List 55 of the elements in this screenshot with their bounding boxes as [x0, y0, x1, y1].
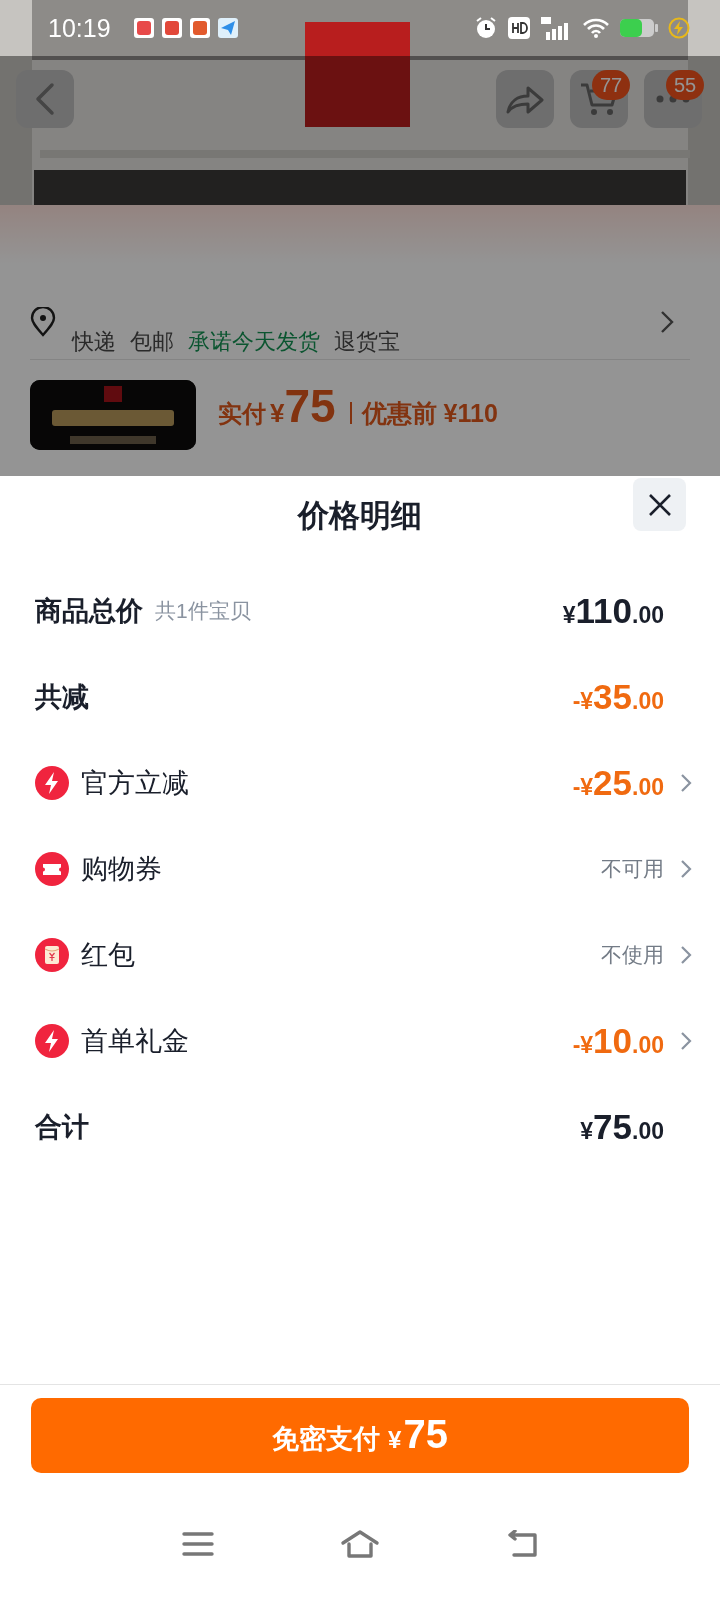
row-heading: 合计 [35, 1111, 89, 1144]
status-text: 不可用 [601, 856, 664, 882]
price-text: -¥10.00 [572, 1021, 664, 1061]
row-heading: 共减 [35, 681, 89, 714]
charging-icon [668, 17, 690, 39]
count-badge: 77 [592, 70, 630, 100]
app-notification-icon [134, 18, 154, 38]
battery-icon [620, 18, 658, 38]
price-text: -¥35.00 [572, 677, 664, 717]
back-icon [506, 1530, 538, 1558]
row-label: 官方立减 [81, 767, 189, 800]
chevron-icon [680, 859, 692, 879]
pay-button[interactable]: 免密支付 ¥75 [31, 1398, 689, 1473]
app-notification-icon [190, 18, 210, 38]
price-label: 实付 [218, 399, 266, 429]
app-notification-icon [162, 18, 182, 38]
delivery-tag: 包邮 [130, 327, 174, 357]
wifi-icon [582, 17, 610, 39]
chevron-icon [680, 773, 692, 793]
send-icon [218, 18, 238, 38]
status-text: 不使用 [601, 942, 664, 968]
close-button[interactable] [633, 478, 686, 531]
delivery-tag: 退货宝 [334, 327, 400, 357]
chevron-icon [660, 310, 674, 334]
hd-icon [508, 17, 530, 39]
count-badge: 55 [666, 70, 704, 100]
cart-button[interactable]: 77 [570, 70, 628, 128]
envelope-icon [35, 938, 69, 972]
chevron-icon [680, 1031, 692, 1051]
alarm-icon [474, 16, 498, 40]
delivery-tag: 快递 [72, 327, 116, 357]
lightning-icon [35, 766, 69, 800]
row-label: 红包 [81, 939, 135, 972]
close-icon [647, 492, 672, 517]
price-text: -¥25.00 [572, 763, 664, 803]
chevron-icon [680, 945, 692, 965]
clock-time: 10:19 [48, 13, 112, 43]
row-heading: 商品总价 [35, 595, 143, 628]
row-label: 购物券 [81, 853, 162, 886]
location-icon [30, 307, 56, 337]
back-icon [34, 82, 56, 116]
price-text: ¥75.00 [580, 1107, 664, 1147]
lightning-icon [35, 1024, 69, 1058]
item-count: 共1件宝贝 [155, 598, 251, 624]
delivery-tag: 承诺今天发货 [188, 327, 320, 357]
home-icon [340, 1529, 380, 1559]
menu-icon [182, 1531, 214, 1557]
row-label: 首单礼金 [81, 1025, 189, 1058]
original-price: 优惠前 ¥110 [349, 402, 498, 424]
price-text: ¥75 [270, 379, 336, 433]
ticket-icon [35, 852, 69, 886]
sheet-title: 价格明细 [298, 497, 422, 535]
share-button[interactable] [496, 70, 554, 128]
price-text: ¥110.00 [562, 591, 664, 631]
more-button[interactable]: 55 [644, 70, 702, 128]
